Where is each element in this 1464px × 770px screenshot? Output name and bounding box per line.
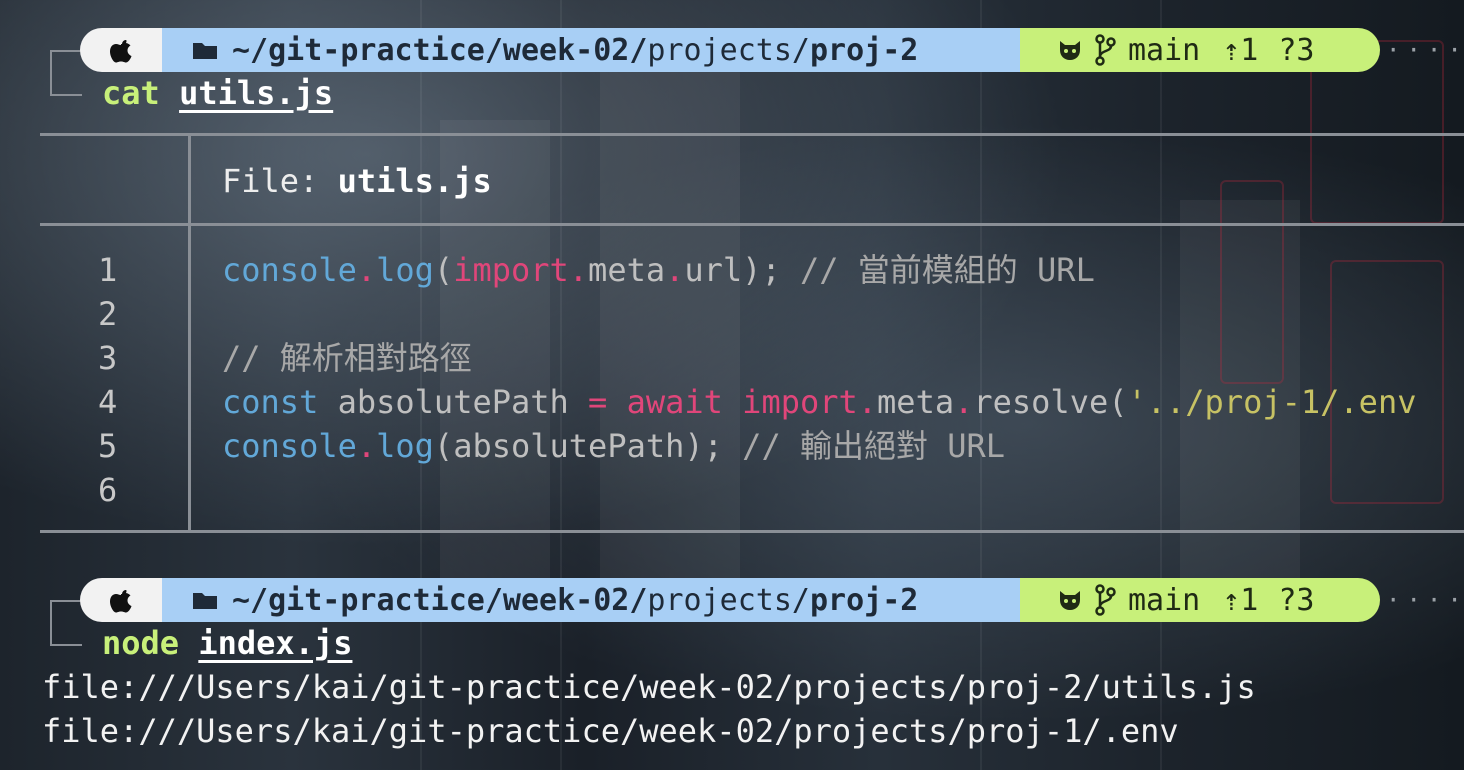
prompt-bracket	[50, 620, 82, 646]
git-ahead-count: ⇡1	[1222, 32, 1259, 68]
path-middle: projects/	[647, 32, 810, 68]
code-line: 5 console.log(absolutePath); // 輸出絕對 URL	[0, 424, 1464, 468]
command-argument: index.js	[198, 624, 353, 662]
path-current-dir: proj-2	[809, 32, 919, 68]
output-line: file:///Users/kai/git-practice/week-02/p…	[42, 668, 1256, 706]
file-header: File: utils.js	[222, 162, 492, 200]
github-icon	[1060, 41, 1080, 60]
git-untracked-count: ?3	[1278, 32, 1315, 68]
prompt-os-segment	[80, 28, 162, 72]
line-number: 5	[98, 427, 118, 465]
line-number: 1	[98, 251, 118, 289]
line-number: 4	[98, 383, 118, 421]
code-block: 1 console.log(import.meta.url); // 當前模組的…	[0, 248, 1464, 512]
command-name: cat	[102, 74, 160, 112]
git-untracked-count: ?3	[1278, 582, 1315, 618]
apple-icon	[110, 40, 132, 63]
prompt-trail: ·····	[1386, 36, 1464, 64]
path-middle: projects/	[647, 582, 810, 618]
git-branch-icon	[1095, 584, 1116, 616]
divider	[40, 530, 1464, 533]
prompt-bracket	[50, 50, 82, 72]
line-number: 2	[98, 295, 118, 333]
prompt-os-segment	[80, 578, 162, 622]
command-argument: utils.js	[179, 74, 334, 112]
code-line: 6	[0, 468, 1464, 512]
prompt-trail: ·····	[1386, 586, 1464, 614]
line-number: 6	[98, 471, 118, 509]
command-line-2: node index.js	[102, 624, 352, 662]
prompt-bracket	[50, 600, 82, 622]
git-branch-name: main	[1128, 32, 1201, 68]
prompt-path-segment: ~/git-practice/week-02/projects/proj-2	[162, 28, 1020, 72]
apple-icon	[110, 590, 132, 613]
path-prefix: ~/git-practice/week-02/	[232, 32, 648, 68]
code-line: 1 console.log(import.meta.url); // 當前模組的…	[0, 248, 1464, 292]
divider	[40, 223, 1464, 226]
prompt-git-segment: main ⇡1 ?3	[1020, 578, 1380, 622]
github-icon	[1060, 591, 1080, 610]
prompt-bracket	[50, 70, 82, 96]
path-prefix: ~/git-practice/week-02/	[232, 582, 648, 618]
path-current-dir: proj-2	[809, 582, 919, 618]
git-ahead-count: ⇡1	[1222, 582, 1259, 618]
git-branch-icon	[1095, 34, 1116, 66]
prompt-git-segment: main ⇡1 ?3	[1020, 28, 1380, 72]
output-line: file:///Users/kai/git-practice/week-02/p…	[42, 712, 1179, 750]
code-line: 4 const absolutePath = await import.meta…	[0, 380, 1464, 424]
line-number: 3	[98, 339, 118, 377]
code-line: 2	[0, 292, 1464, 336]
folder-icon	[193, 43, 217, 59]
git-branch-name: main	[1128, 582, 1201, 618]
file-name: utils.js	[337, 162, 492, 200]
command-line-1: cat utils.js	[102, 74, 333, 112]
shell-prompt-2: ~/git-practice/week-02/projects/proj-2 m…	[0, 578, 1464, 646]
prompt-path-segment: ~/git-practice/week-02/projects/proj-2	[162, 578, 1020, 622]
divider	[40, 133, 1464, 136]
code-line: 3 // 解析相對路徑	[0, 336, 1464, 380]
file-label: File:	[222, 162, 338, 200]
command-name: node	[102, 624, 180, 662]
folder-icon	[193, 593, 217, 609]
shell-prompt-1: ~/git-practice/week-02/projects/proj-2 m…	[0, 28, 1464, 96]
